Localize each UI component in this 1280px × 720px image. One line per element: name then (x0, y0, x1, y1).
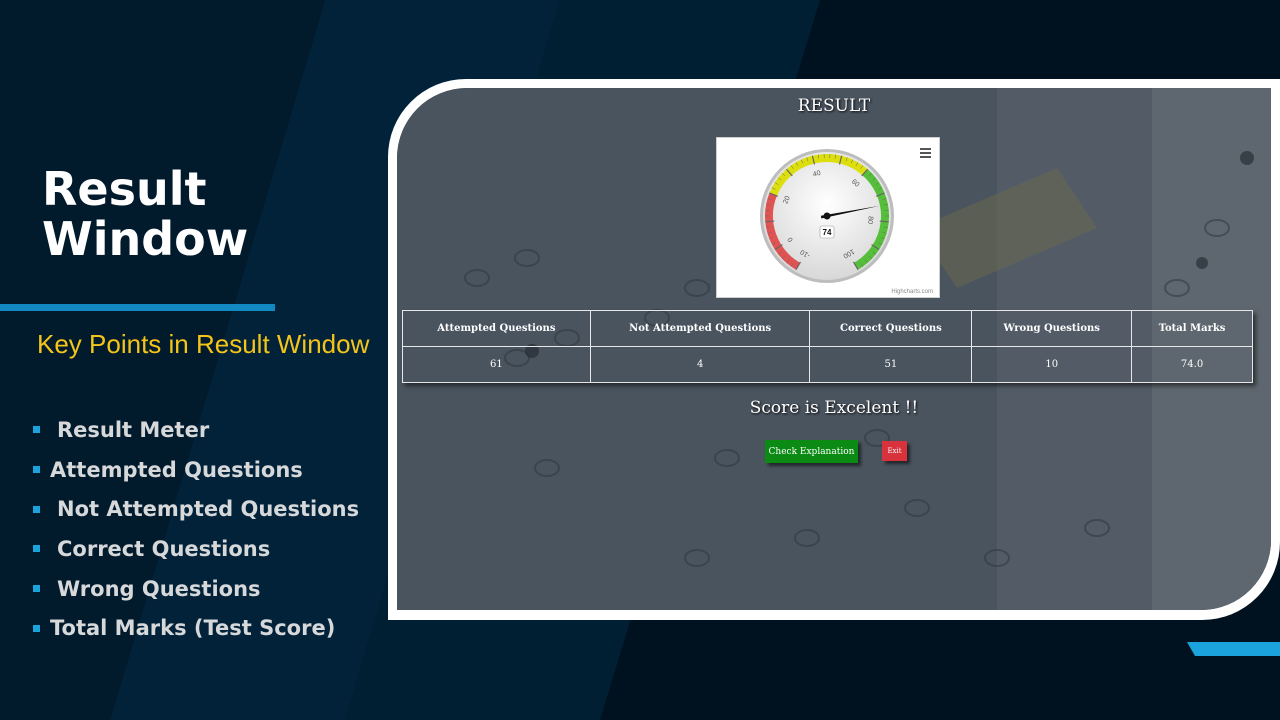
slide-title-line2: Window (42, 212, 249, 266)
bullet-text: Attempted Questions (50, 457, 303, 482)
bullet-text: Not Attempted Questions (57, 497, 360, 522)
bullet-text: Result Meter (57, 417, 210, 442)
list-item: Correct Questions (33, 529, 359, 569)
result-window: RESULT -10 0 20 40 60 80 100 74 Highcharts.com … (397, 88, 1271, 610)
value-not-attempted: 4 (589, 346, 811, 383)
table-header-row: Attempted Questions Not Attempted Questi… (402, 310, 1253, 347)
gauge-tick (765, 220, 775, 223)
list-item: Total Marks (Test Score) (33, 608, 359, 648)
list-item: Wrong Questions (33, 569, 359, 609)
header-not-attempted: Not Attempted Questions (589, 310, 811, 347)
header-correct: Correct Questions (809, 310, 973, 347)
gauge-pivot (823, 212, 831, 220)
header-attempted: Attempted Questions (402, 310, 591, 347)
bullet-square-icon (33, 624, 40, 632)
title-underline-bar (0, 304, 275, 311)
chart-credit: Highcharts.com (891, 289, 933, 295)
result-title: RESULT (797, 96, 871, 116)
result-meter: -10 0 20 40 60 80 100 74 Highcharts.com (716, 137, 940, 298)
gauge-tick-label: 80 (866, 216, 874, 225)
bullet-square-icon (33, 426, 40, 434)
screenshot-frame: RESULT -10 0 20 40 60 80 100 74 Highcharts.com … (388, 79, 1280, 620)
accent-bar-bottom-right (1187, 642, 1280, 656)
bullet-square-icon (33, 545, 40, 553)
slide-title: Result Window (42, 164, 248, 264)
value-correct: 51 (809, 346, 973, 383)
bullet-square-icon (33, 466, 40, 474)
bullet-text: Wrong Questions (57, 576, 261, 601)
list-item: Result Meter (33, 410, 359, 450)
bullet-square-icon (33, 505, 40, 513)
gauge-chart: -1002040608010074 (760, 149, 894, 283)
slide-title-line1: Result (42, 162, 207, 216)
gauge-tick (879, 220, 889, 223)
score-message: Score is Excelent !! (749, 398, 919, 418)
result-summary-table: Attempted Questions Not Attempted Questi… (402, 310, 1253, 383)
check-explanation-button[interactable]: Check Explanation (765, 440, 858, 463)
hamburger-menu-icon[interactable] (920, 148, 931, 160)
bullet-square-icon (33, 585, 40, 593)
key-points-list: Result Meter Attempted Questions Not Att… (33, 410, 359, 648)
list-item: Attempted Questions (33, 450, 359, 490)
table-row: 61 4 51 10 74.0 (402, 346, 1253, 383)
value-wrong: 10 (971, 346, 1133, 383)
bullet-text: Total Marks (Test Score) (50, 616, 336, 641)
value-total-marks: 74.0 (1131, 346, 1253, 383)
value-attempted: 61 (402, 346, 591, 383)
key-points-heading: Key Points in Result Window (37, 329, 370, 359)
exit-button[interactable]: Exit (882, 441, 907, 461)
gauge-value-label: 74 (823, 228, 832, 237)
header-total-marks: Total Marks (1131, 310, 1253, 347)
header-wrong: Wrong Questions (971, 310, 1133, 347)
bullet-text: Correct Questions (57, 536, 271, 561)
list-item: Not Attempted Questions (33, 489, 359, 529)
